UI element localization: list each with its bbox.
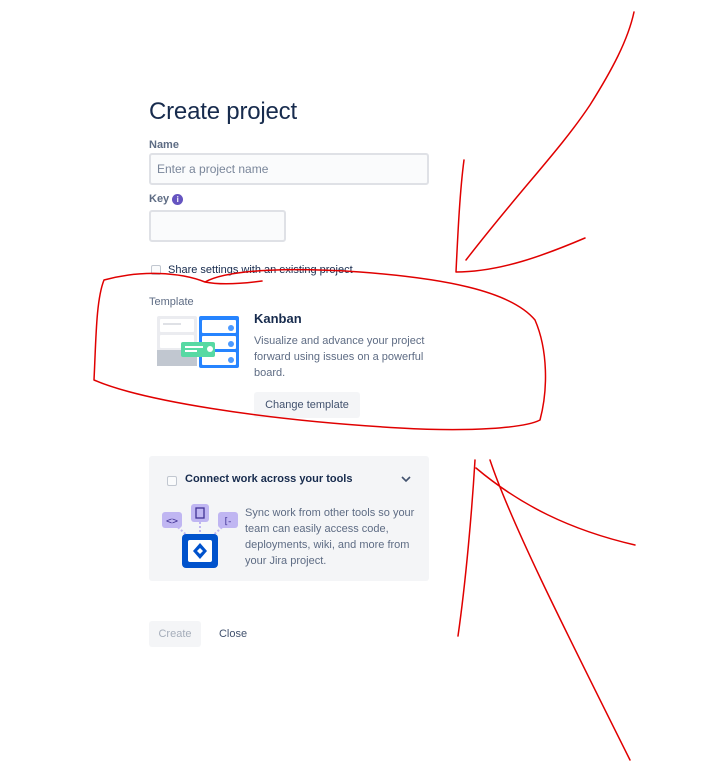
change-template-button[interactable]: Change template: [254, 392, 360, 418]
connect-tools-description: Sync work from other tools so your team …: [245, 507, 415, 567]
create-button[interactable]: Create: [149, 621, 201, 647]
svg-text:[-: [-: [225, 517, 232, 527]
annotation-arrow-top: [455, 11, 635, 273]
integrations-illustration: <> [-: [162, 504, 238, 568]
annotation-arrow-bottom: [457, 459, 636, 761]
template-description: Visualize and advance your project forwa…: [254, 335, 425, 379]
chevron-down-icon[interactable]: [401, 475, 411, 483]
project-name-input[interactable]: [149, 153, 429, 185]
kanban-illustration: [157, 316, 239, 368]
key-label: Key: [149, 193, 170, 205]
svg-text:<>: <>: [166, 516, 178, 527]
connect-tools-title: Connect work across your tools: [185, 473, 353, 485]
project-key-input[interactable]: [149, 210, 286, 242]
template-name: Kanban: [254, 311, 302, 326]
key-label-group: Key i: [149, 193, 184, 205]
info-icon[interactable]: i: [172, 193, 184, 205]
page-title: Create project: [149, 98, 297, 125]
share-settings-checkbox[interactable]: [151, 265, 161, 275]
share-settings-label: Share settings with an existing project: [168, 264, 353, 276]
red-annotation-overlay: [93, 11, 636, 761]
template-label: Template: [149, 296, 194, 308]
name-label: Name: [149, 139, 179, 151]
close-button[interactable]: Close: [211, 621, 255, 647]
connect-tools-checkbox[interactable]: [167, 476, 177, 486]
